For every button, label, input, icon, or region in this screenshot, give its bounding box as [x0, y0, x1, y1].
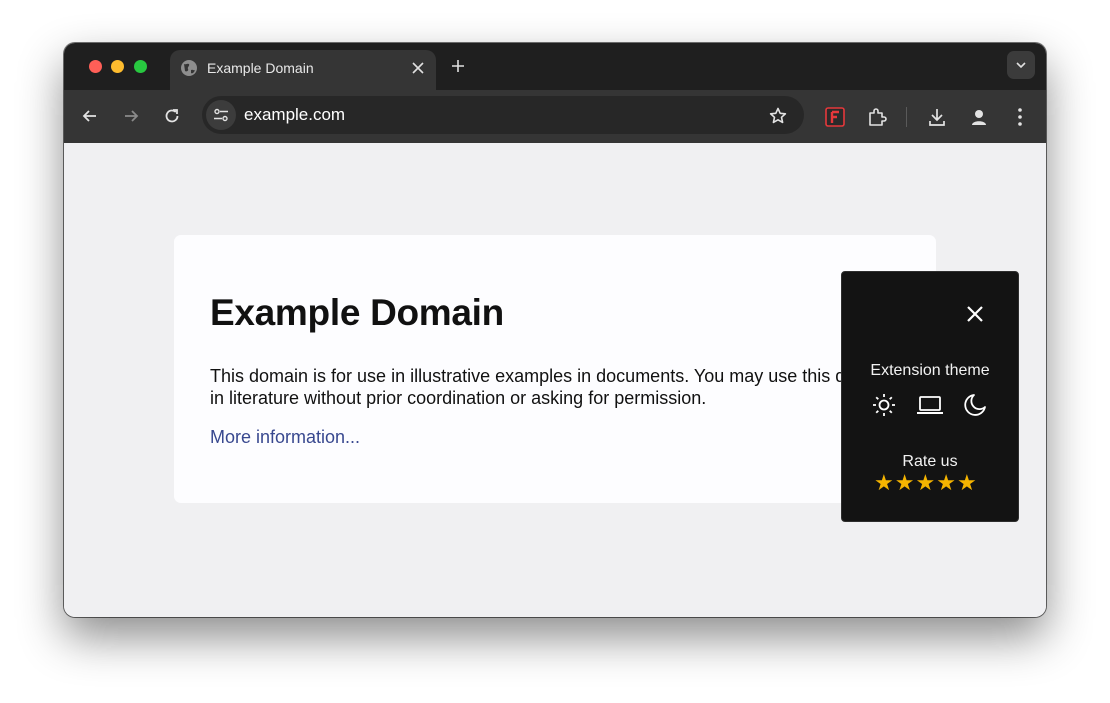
- back-arrow-icon[interactable]: [80, 106, 100, 131]
- star-icon[interactable]: ★: [957, 472, 977, 494]
- close-tab-icon[interactable]: [410, 60, 426, 81]
- browser-window: Example Domain example.com Example Domai…: [64, 43, 1046, 617]
- profile-avatar-icon[interactable]: [968, 106, 990, 133]
- bookmark-star-icon[interactable]: [768, 106, 788, 131]
- toolbar-divider: [906, 107, 907, 127]
- rate-us-label: Rate us: [902, 453, 958, 470]
- window-zoom-button[interactable]: [134, 60, 147, 73]
- star-icon[interactable]: ★: [915, 472, 935, 494]
- star-icon[interactable]: ★: [895, 472, 915, 494]
- chevron-down-icon: [1016, 62, 1026, 69]
- page-heading: Example Domain: [210, 292, 504, 333]
- tab-search-button[interactable]: [1007, 51, 1035, 79]
- toolbar: example.com: [64, 90, 1046, 143]
- star-icon[interactable]: ★: [936, 472, 956, 494]
- sun-icon[interactable]: [871, 392, 897, 423]
- rating-stars: ★ ★ ★ ★ ★: [874, 472, 977, 494]
- laptop-icon[interactable]: [915, 392, 945, 423]
- kebab-menu-icon[interactable]: [1010, 106, 1030, 133]
- globe-icon: [180, 59, 198, 82]
- puzzle-extensions-icon[interactable]: [866, 106, 888, 133]
- tune-icon: [214, 108, 228, 122]
- extension-theme-label: Extension theme: [870, 362, 990, 379]
- address-bar[interactable]: example.com: [202, 96, 804, 134]
- page-content: Example Domain This domain is for use in…: [64, 143, 1046, 617]
- window-minimize-button[interactable]: [111, 60, 124, 73]
- url-text[interactable]: example.com: [244, 105, 345, 125]
- close-popup-icon[interactable]: [964, 303, 986, 330]
- extension-popup: Extension theme Rate us ★ ★ ★ ★ ★: [841, 271, 1019, 522]
- reload-icon[interactable]: [162, 106, 182, 131]
- content-card: Example Domain This domain is for use in…: [174, 235, 936, 503]
- tab-strip: Example Domain: [64, 43, 1046, 90]
- forward-arrow-icon[interactable]: [121, 106, 141, 131]
- extension-f-icon[interactable]: [824, 106, 846, 133]
- tab-title: Example Domain: [207, 60, 314, 76]
- window-close-button[interactable]: [89, 60, 102, 73]
- download-icon[interactable]: [926, 106, 948, 133]
- site-info-button[interactable]: [206, 100, 236, 130]
- star-icon[interactable]: ★: [874, 472, 894, 494]
- page-paragraph: This domain is for use in illustrative e…: [210, 366, 895, 408]
- more-information-link[interactable]: More information...: [210, 427, 360, 448]
- moon-icon[interactable]: [962, 392, 988, 423]
- new-tab-icon[interactable]: [450, 58, 466, 79]
- tab-example-domain[interactable]: Example Domain: [170, 50, 436, 90]
